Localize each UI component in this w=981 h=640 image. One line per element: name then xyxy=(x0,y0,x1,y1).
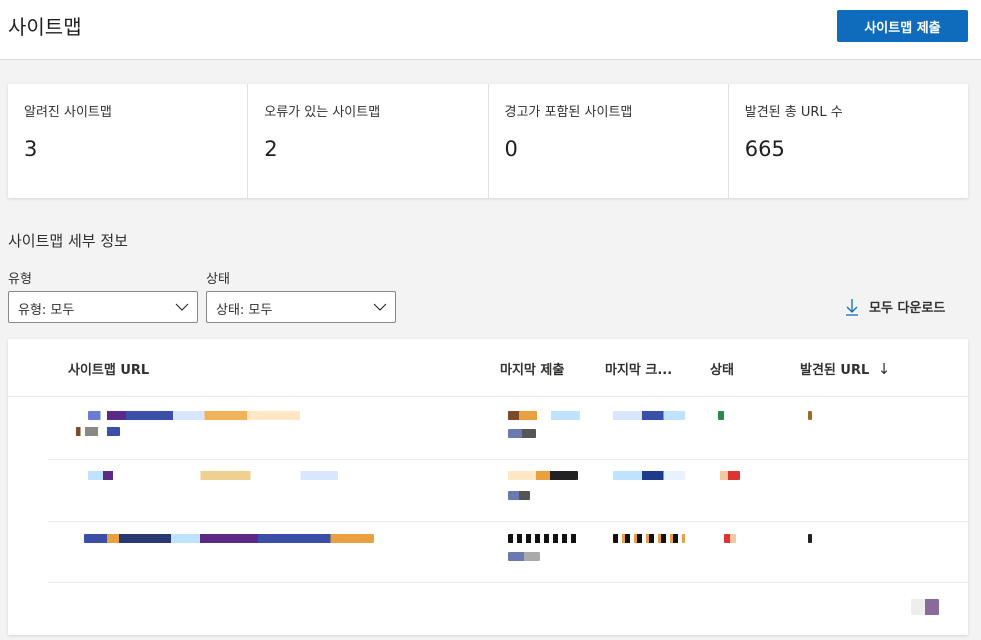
stat-known-sitemaps: 알려진 사이트맵 3 xyxy=(8,84,249,198)
chevron-down-icon xyxy=(373,303,387,311)
type-filter-label: 유형 xyxy=(8,272,32,287)
column-status[interactable]: 상태 xyxy=(710,359,734,378)
stat-value: 2 xyxy=(264,137,278,161)
stat-sitemaps-with-warnings: 경고가 포함된 사이트맵 0 xyxy=(489,84,729,198)
chevron-down-icon xyxy=(175,303,189,311)
sitemap-table: 사이트맵 URL 마지막 제출 마지막 크... 상태 발견된 URL ↓ xyxy=(8,339,968,635)
table-header: 사이트맵 URL 마지막 제출 마지막 크... 상태 발견된 URL ↓ xyxy=(8,339,968,397)
redacted-date xyxy=(508,471,578,480)
stat-label: 알려진 사이트맵 xyxy=(24,105,112,120)
status-filter-label: 상태 xyxy=(206,272,230,287)
stat-value: 665 xyxy=(744,137,785,161)
redacted-count xyxy=(808,411,812,420)
download-icon xyxy=(846,298,858,316)
redacted-date xyxy=(613,411,685,420)
redacted-count xyxy=(808,534,812,543)
page-title: 사이트맵 xyxy=(8,15,82,39)
redacted-url xyxy=(88,411,300,420)
redacted-date xyxy=(508,429,536,438)
redacted-date xyxy=(508,411,580,420)
submit-sitemap-button[interactable]: 사이트맵 제출 xyxy=(837,10,968,42)
redacted-pager xyxy=(911,599,939,615)
download-all-button[interactable]: 모두 다운로드 xyxy=(845,297,945,316)
column-last-crawled[interactable]: 마지막 크... xyxy=(605,359,672,378)
table-row[interactable] xyxy=(48,461,968,522)
sort-descending-icon: ↓ xyxy=(877,360,891,378)
column-last-submitted[interactable]: 마지막 제출 xyxy=(500,359,564,378)
status-filter-dropdown[interactable]: 상태: 모두 xyxy=(206,291,396,323)
redacted-date xyxy=(508,534,578,543)
redacted-url xyxy=(76,427,120,436)
stat-value: 3 xyxy=(24,137,38,161)
column-discovered-urls[interactable]: 발견된 URL ↓ xyxy=(800,359,890,378)
redacted-url xyxy=(88,471,338,480)
stat-value: 0 xyxy=(504,137,518,161)
download-all-label: 모두 다운로드 xyxy=(869,301,946,316)
stat-total-urls: 발견된 총 URL 수 665 xyxy=(729,84,968,198)
stat-sitemaps-with-errors: 오류가 있는 사이트맵 2 xyxy=(248,84,489,198)
table-row[interactable] xyxy=(48,522,968,583)
redacted-date xyxy=(613,471,685,480)
redacted-status xyxy=(724,534,736,543)
redacted-date xyxy=(508,552,540,561)
summary-cards: 알려진 사이트맵 3 오류가 있는 사이트맵 2 경고가 포함된 사이트맵 0 … xyxy=(8,84,968,198)
details-section-title: 사이트맵 세부 정보 xyxy=(8,232,128,250)
redacted-status xyxy=(718,411,724,420)
stat-label: 오류가 있는 사이트맵 xyxy=(264,105,381,120)
status-filter-value: 상태: 모두 xyxy=(216,303,273,318)
page-header: 사이트맵 사이트맵 제출 xyxy=(0,0,981,60)
type-filter-value: 유형: 모두 xyxy=(18,303,75,318)
type-filter-dropdown[interactable]: 유형: 모두 xyxy=(8,291,198,323)
redacted-date xyxy=(508,491,530,500)
table-row[interactable] xyxy=(48,399,968,460)
column-sitemap-url[interactable]: 사이트맵 URL xyxy=(68,359,149,378)
stat-label: 발견된 총 URL 수 xyxy=(744,105,843,120)
redacted-url xyxy=(84,534,374,543)
stat-label: 경고가 포함된 사이트맵 xyxy=(504,105,633,120)
redacted-status xyxy=(720,471,740,480)
column-discovered-urls-label: 발견된 URL xyxy=(800,363,870,378)
redacted-date xyxy=(613,534,685,543)
